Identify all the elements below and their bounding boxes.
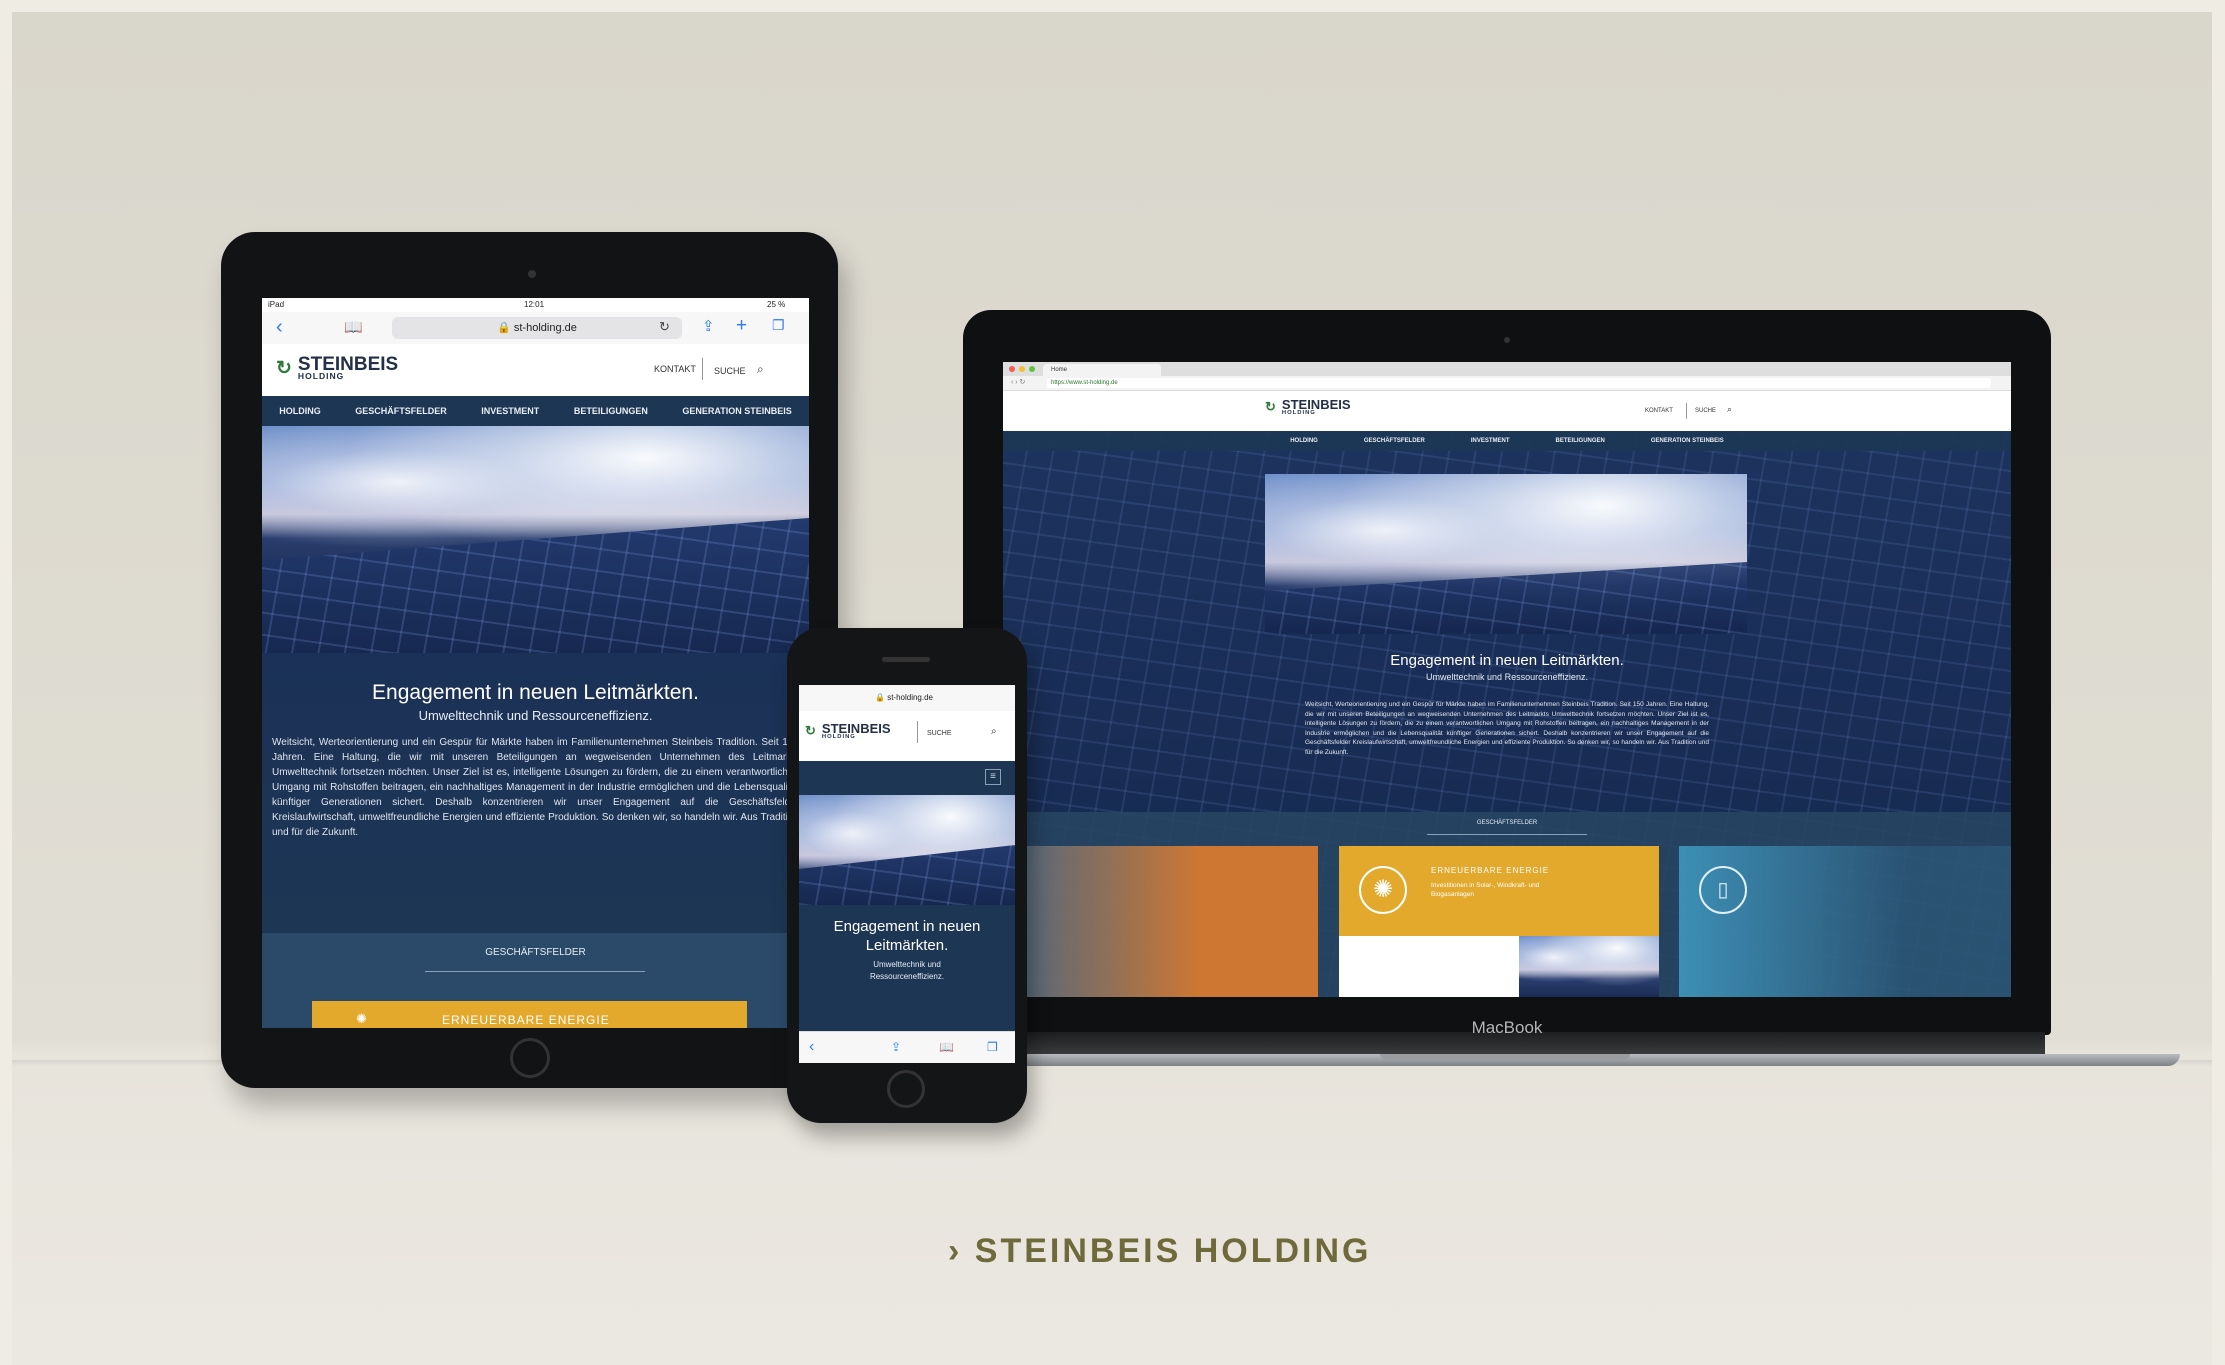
- new-tab-icon[interactable]: +: [736, 315, 747, 337]
- card-orange[interactable]: [1023, 846, 1318, 997]
- iphone-url-bar[interactable]: 🔒 st-holding.de: [829, 693, 979, 705]
- hero-subline: Umwelttechnik und Ressourceneffizienz.: [418, 708, 653, 723]
- status-battery: 25 %: [767, 300, 786, 309]
- close-window-icon[interactable]: [1009, 366, 1015, 372]
- site-header: ↻ STEINBEIS HOLDING KONTAKT SUCHE ⌕: [262, 344, 809, 396]
- bookmarks-icon[interactable]: 📖: [344, 318, 363, 336]
- macbook-label: MacBook: [1471, 1018, 1543, 1037]
- mac-site-header: ↻ STEINBEIS HOLDING KONTAKT SUCHE ⌕: [1003, 391, 2011, 431]
- iphone-screen: 🔒 st-holding.de ↻ STEINBEIS HOLDING SUCHE…: [799, 685, 1015, 1063]
- nav-generation-steinbeis[interactable]: GENERATION STEINBEIS: [682, 406, 791, 416]
- url-text: st-holding.de: [513, 322, 577, 334]
- back-forward-icon[interactable]: ‹ › ↻: [1011, 378, 1025, 386]
- iphone-site-header: ↻ STEINBEIS HOLDING SUCHE ⌕: [799, 711, 1015, 761]
- iphone-bottom-toolbar: ‹ ⇪ 📖 ❐: [799, 1031, 1015, 1063]
- mac-search-icon[interactable]: ⌕: [1727, 404, 1732, 415]
- iphone-search-icon[interactable]: ⌕: [991, 726, 997, 737]
- sun-icon: ✺: [356, 1011, 367, 1026]
- iphone-hero-subline: Umwelttechnik und Ressourceneffizienz.: [869, 960, 945, 981]
- browser-tab-strip: Home: [1003, 362, 2011, 376]
- iphone-share-icon[interactable]: ⇪: [891, 1040, 901, 1054]
- card-erneuerbare-energie[interactable]: ✺ ERNEUERBARE ENERGIE: [312, 1001, 747, 1028]
- tabs-icon[interactable]: ❐: [772, 317, 785, 334]
- iphone-hero-headline: Engagement in neuen Leitmärkten.: [833, 918, 981, 954]
- iphone-suche-link[interactable]: SUCHE: [927, 730, 952, 737]
- share-icon[interactable]: ⇪: [702, 317, 715, 335]
- hero-headline: Engagement in neuen Leitmärkten.: [372, 681, 699, 704]
- mac-main-nav: HOLDING GESCHÄFTSFELDER INVESTMENT BETEI…: [1003, 431, 2011, 451]
- geschaeftsfelder-section: GESCHÄFTSFELDER ✺ ERNEUERBARE ENERGIE: [262, 933, 809, 1028]
- mac-kontakt-link[interactable]: KONTAKT: [1645, 408, 1673, 414]
- macbook-screen: Home ‹ › ↻ https://www.st-holding.de ↻ S…: [1003, 362, 2011, 997]
- macbook-camera: [1504, 337, 1510, 343]
- mac-card-title: ERNEUERBARE ENERGIE: [1431, 866, 1550, 875]
- reload-icon[interactable]: ↻: [659, 319, 670, 335]
- mac-nav-generation-steinbeis[interactable]: GENERATION STEINBEIS: [1651, 438, 1724, 444]
- iphone-home-button[interactable]: [887, 1070, 925, 1108]
- site-logo[interactable]: ↻ STEINBEIS HOLDING: [276, 355, 398, 381]
- search-icon[interactable]: ⌕: [757, 362, 764, 377]
- iphone-speaker: [882, 657, 930, 662]
- iphone-safari-bar: 🔒 st-holding.de: [799, 685, 1015, 712]
- browser-address-bar: ‹ › ↻ https://www.st-holding.de: [1003, 376, 2011, 391]
- section-label: GESCHÄFTSFELDER: [485, 947, 586, 958]
- suche-link[interactable]: SUCHE: [714, 366, 746, 376]
- mac-hero-headline: Engagement in neuen Leitmärkten.: [1390, 652, 1624, 669]
- mac-nav-investment[interactable]: INVESTMENT: [1471, 438, 1510, 444]
- mac-card-text: Investitionen in Solar-, Windkraft- und …: [1431, 882, 1540, 898]
- ipad-camera: [528, 270, 536, 278]
- intro-text: Weitsicht, Werteorientierung und ein Ges…: [272, 737, 799, 838]
- iphone-nav-bar: ≡: [799, 761, 1015, 795]
- intro-section: Engagement in neuen Leitmärkten. Umweltt…: [262, 653, 809, 933]
- url-field[interactable]: https://www.st-holding.de: [1047, 378, 1991, 388]
- ipad-screen: iPad 12:01 25 % ‹ 📖 🔒 st-holding.de ↻ ⇪ …: [262, 298, 809, 1028]
- iphone-back-icon[interactable]: ‹: [809, 1038, 814, 1056]
- mac-nav-geschaeftsfelder[interactable]: GESCHÄFTSFELDER: [1364, 438, 1425, 444]
- nav-geschaeftsfelder[interactable]: GESCHÄFTSFELDER: [355, 406, 447, 416]
- iphone-bookmarks-icon[interactable]: 📖: [939, 1040, 954, 1054]
- minimize-window-icon[interactable]: [1019, 366, 1025, 372]
- iphone-site-logo[interactable]: ↻ STEINBEIS HOLDING: [805, 722, 891, 740]
- card-image-1[interactable]: [1339, 936, 1519, 997]
- iphone-intro-section: Engagement in neuen Leitmärkten. Umweltt…: [799, 905, 1015, 1031]
- status-device: iPad: [268, 300, 285, 309]
- document-icon: ▯: [1699, 866, 1747, 914]
- mac-nav-beteiligungen[interactable]: BETEILIGUNGEN: [1556, 438, 1605, 444]
- macbook-notch: [1380, 1054, 1630, 1060]
- ipad-url-bar[interactable]: 🔒 st-holding.de: [392, 317, 682, 339]
- card-title: ERNEUERBARE ENERGIE: [442, 1013, 610, 1027]
- card-image-2[interactable]: [1519, 936, 1659, 997]
- mac-nav-holding[interactable]: HOLDING: [1290, 438, 1318, 444]
- mac-hero-subline: Umwelttechnik und Ressourceneffizienz.: [1426, 672, 1588, 682]
- browser-tab[interactable]: Home: [1043, 364, 1161, 376]
- mac-geschaeftsfelder-section: GESCHÄFTSFELDER ✺ ERNEUERBARE ENERGIE In…: [1003, 812, 2011, 997]
- back-icon[interactable]: ‹: [276, 316, 283, 339]
- iphone-tabs-icon[interactable]: ❐: [987, 1040, 998, 1054]
- mac-card-erneuerbare-energie[interactable]: ✺ ERNEUERBARE ENERGIE Investitionen in S…: [1339, 846, 1659, 936]
- mac-suche-link[interactable]: SUCHE: [1695, 408, 1716, 414]
- project-caption: › STEINBEIS HOLDING: [948, 1232, 1372, 1270]
- main-nav: HOLDING GESCHÄFTSFELDER INVESTMENT BETEI…: [262, 396, 809, 426]
- mac-intro-text: Weitsicht, Werteorientierung und ein Ges…: [1305, 701, 1709, 756]
- maximize-window-icon[interactable]: [1029, 366, 1035, 372]
- ipad-home-button[interactable]: [510, 1038, 550, 1078]
- ipad-safari-toolbar: ‹ 📖 🔒 st-holding.de ↻ ⇪ + ❐: [262, 312, 809, 345]
- nav-investment[interactable]: INVESTMENT: [481, 406, 539, 416]
- mac-site-logo[interactable]: ↻ STEINBEIS HOLDING: [1265, 398, 1351, 416]
- mac-section-label: GESCHÄFTSFELDER: [1476, 820, 1538, 826]
- card-teal[interactable]: ▯: [1679, 846, 2011, 997]
- ipad-status-bar: iPad 12:01 25 %: [262, 298, 809, 312]
- menu-icon[interactable]: ≡: [985, 769, 1001, 785]
- logo-icon: ↻: [276, 357, 292, 379]
- kontakt-link[interactable]: KONTAKT: [654, 364, 696, 374]
- status-time: 12:01: [524, 300, 545, 309]
- nav-holding[interactable]: HOLDING: [279, 406, 321, 416]
- nav-beteiligungen[interactable]: BETEILIGUNGEN: [574, 406, 648, 416]
- mac-sun-icon: ✺: [1359, 866, 1407, 914]
